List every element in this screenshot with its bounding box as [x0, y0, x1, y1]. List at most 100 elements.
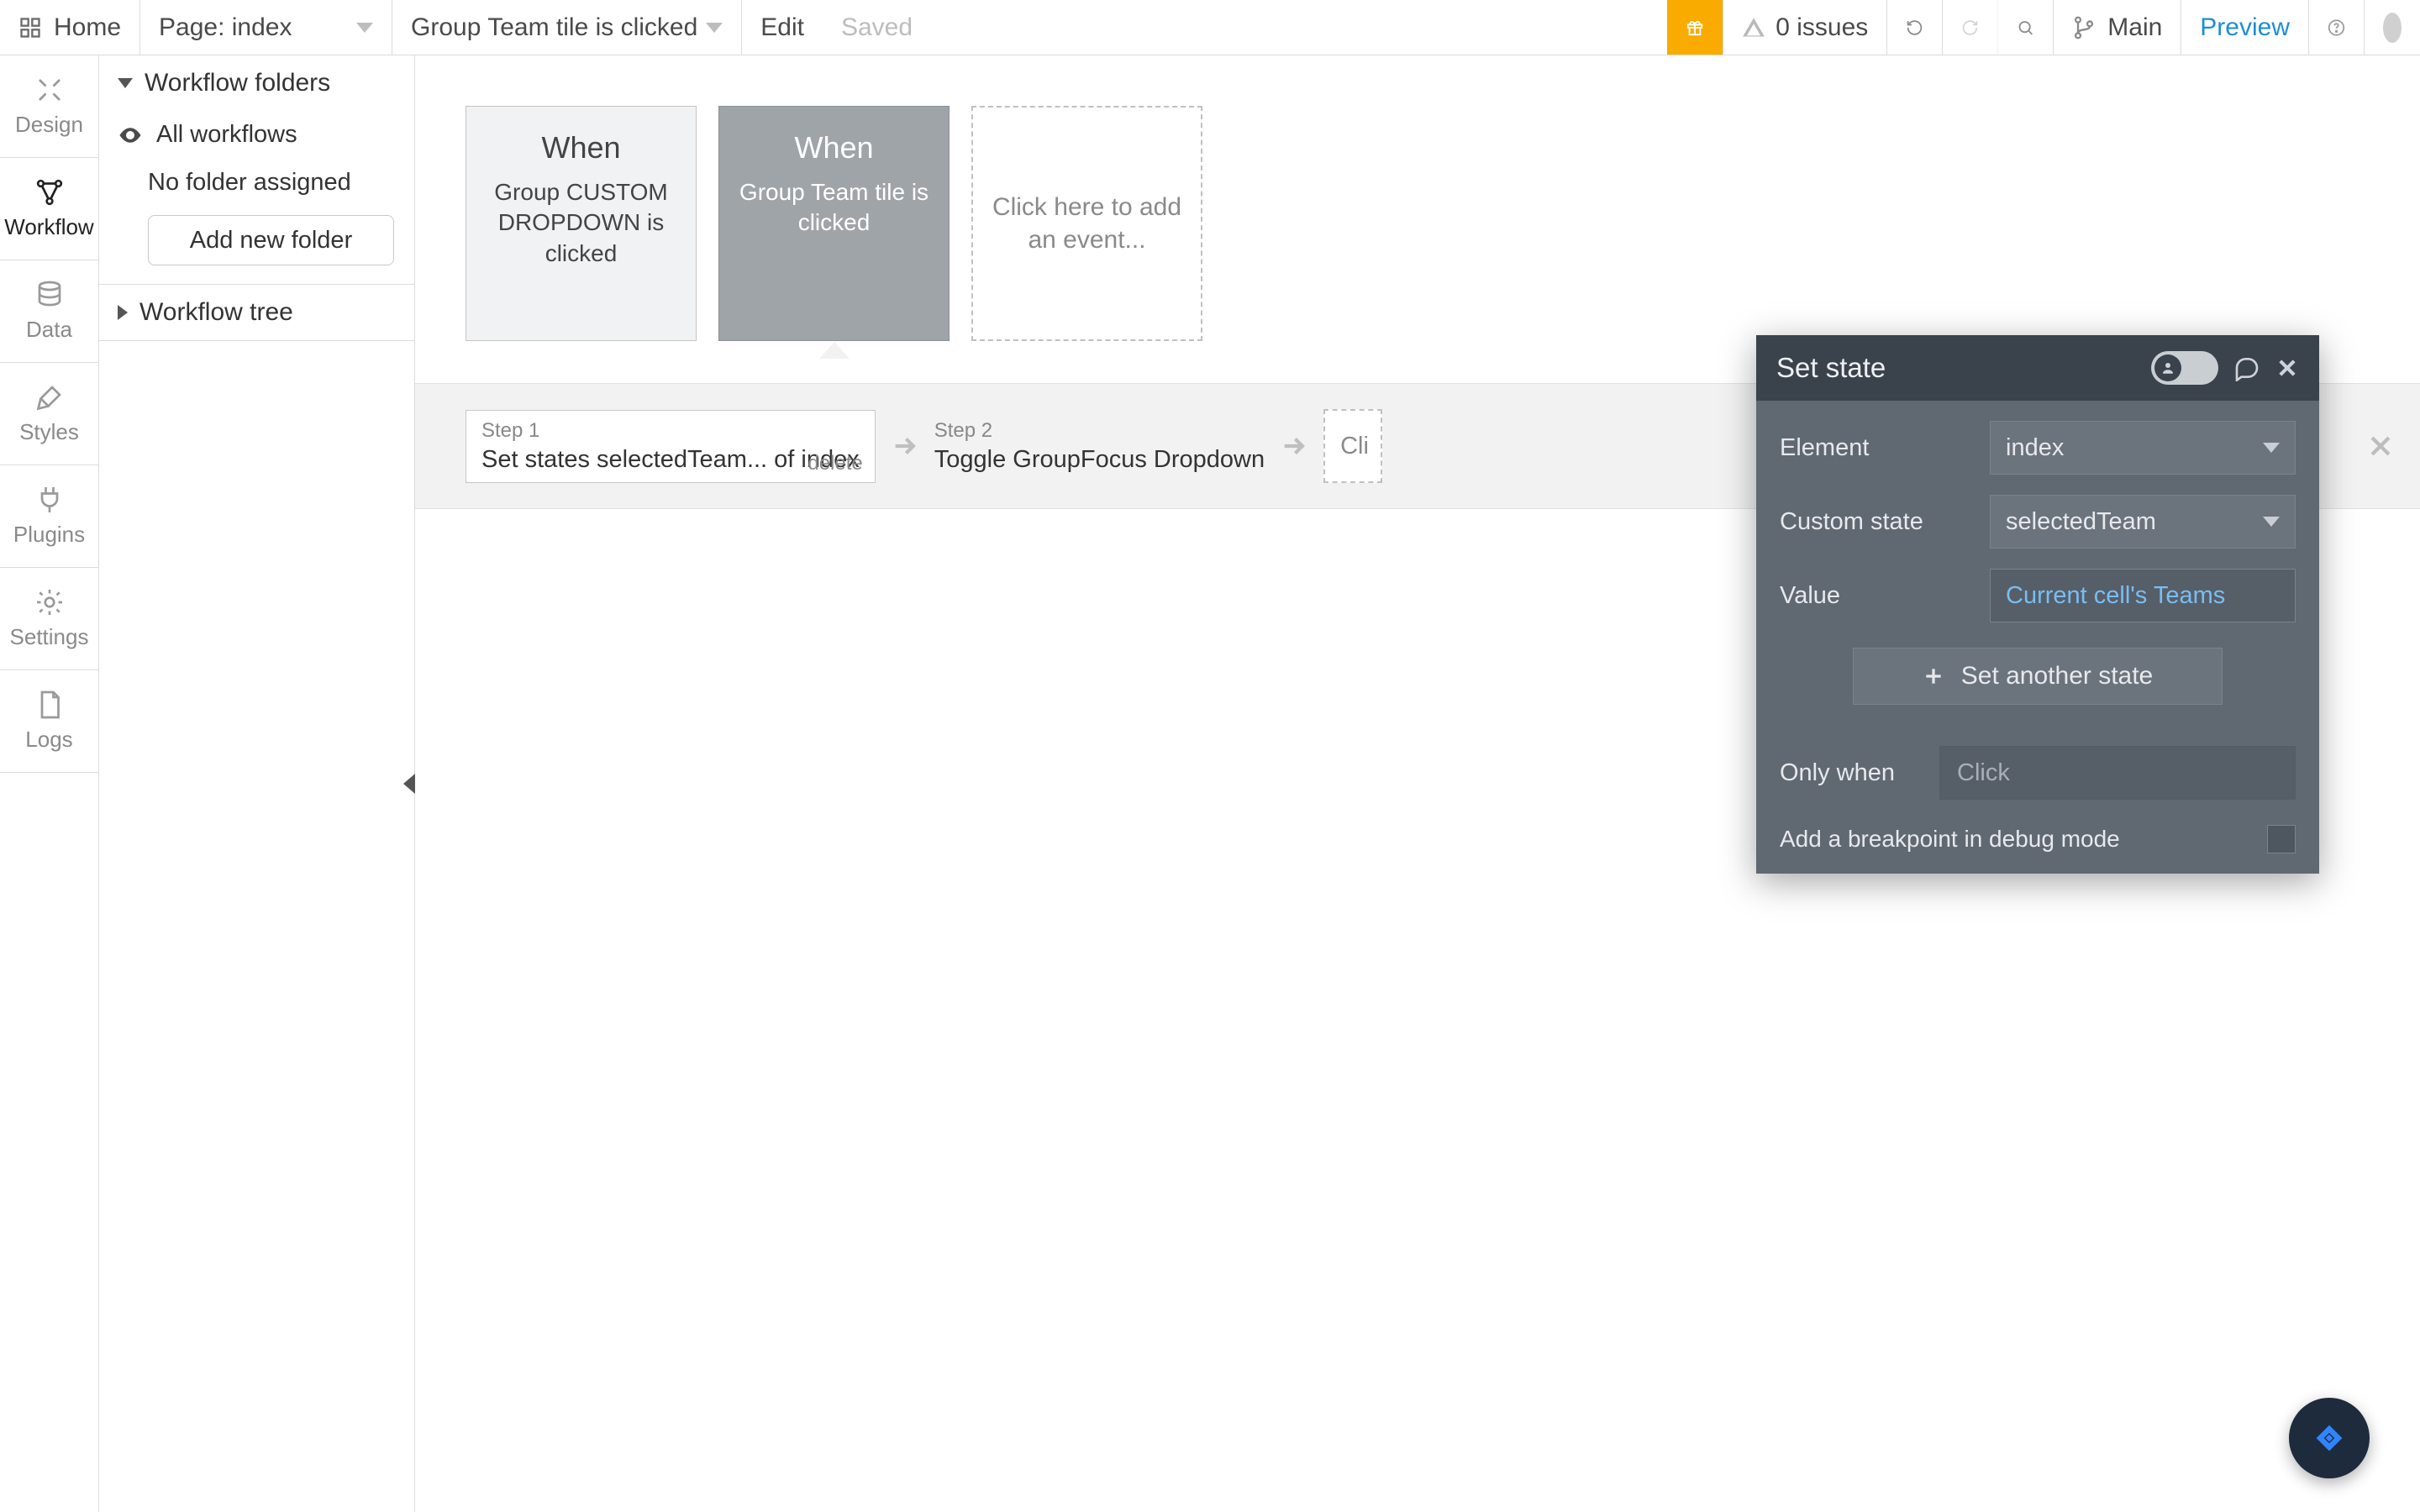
tree-header-label: Workflow tree: [139, 298, 293, 327]
rail-workflow[interactable]: Workflow: [0, 158, 98, 260]
topbar-spacer: [931, 0, 1667, 55]
custom-state-dropdown[interactable]: selectedTeam: [1990, 495, 2296, 549]
workflow-dropdown-label: Group Team tile is clicked: [411, 13, 697, 42]
prop-row-custom-state: Custom state selectedTeam: [1780, 495, 2296, 549]
add-action-card[interactable]: Cli: [1323, 409, 1382, 483]
only-when-input[interactable]: Click: [1939, 746, 2296, 800]
edit-button[interactable]: Edit: [742, 0, 823, 55]
comment-icon: [2233, 354, 2260, 381]
close-panel-button[interactable]: [2275, 356, 2299, 380]
prop-label: Element: [1780, 434, 1973, 462]
page-dropdown[interactable]: Page: index: [140, 0, 392, 55]
gift-button[interactable]: [1667, 0, 1723, 55]
breakpoint-checkbox[interactable]: [2267, 825, 2296, 853]
step-number: Step 1: [481, 419, 860, 443]
preview-button[interactable]: Preview: [2181, 0, 2309, 55]
step-title: Set states selectedTeam... of index: [481, 446, 860, 474]
close-actions-button[interactable]: [2366, 432, 2395, 460]
event-desc: Group CUSTOM DROPDOWN is clicked: [483, 177, 679, 269]
saved-status: Saved: [823, 0, 931, 55]
topbar: Home Page: index Group Team tile is clic…: [0, 0, 2420, 55]
element-dropdown[interactable]: index: [1990, 421, 2296, 475]
events-row: When Group CUSTOM DROPDOWN is clicked Wh…: [415, 55, 2420, 341]
step-title: Toggle GroupFocus Dropdown: [934, 446, 1265, 474]
event-desc: Group Team tile is clicked: [736, 177, 932, 239]
collapse-sidepanel[interactable]: [403, 767, 415, 801]
step-card[interactable]: Step 2 Toggle GroupFocus Dropdown: [934, 419, 1265, 474]
help-button[interactable]: [2309, 0, 2365, 55]
reveal-toggle[interactable]: [2151, 351, 2218, 385]
redo-icon: [1961, 15, 1979, 40]
rail-label: Plugins: [13, 522, 85, 548]
close-icon: [2275, 356, 2299, 380]
prop-label: Value: [1780, 582, 1973, 610]
home-button[interactable]: Home: [0, 0, 140, 55]
element-value: index: [2006, 434, 2064, 462]
custom-state-value: selectedTeam: [2006, 508, 2156, 536]
file-icon: [34, 690, 65, 720]
folders-header[interactable]: Workflow folders: [99, 55, 414, 111]
all-workflows-row[interactable]: All workflows: [99, 111, 414, 159]
no-folder-label: No folder assigned: [148, 169, 351, 197]
comment-button[interactable]: [2233, 354, 2260, 381]
tree-header[interactable]: Workflow tree: [99, 285, 414, 340]
rail-design[interactable]: Design: [0, 55, 98, 158]
set-another-state-button[interactable]: Set another state: [1853, 648, 2223, 705]
prop-label: Custom state: [1780, 508, 1973, 536]
value-expression[interactable]: Current cell's Teams: [1990, 569, 2296, 622]
prop-row-value: Value Current cell's Teams: [1780, 569, 2296, 622]
rail-label: Styles: [19, 419, 79, 445]
plus-icon: [1923, 665, 1944, 687]
rail-label: Settings: [10, 624, 89, 650]
only-when-row: Only when Click: [1780, 746, 2296, 800]
brush-icon: [34, 382, 65, 412]
gear-icon: [34, 587, 65, 617]
design-icon: [34, 75, 65, 105]
issues-button[interactable]: 0 issues: [1723, 0, 1887, 55]
add-event-card[interactable]: Click here to add an event...: [971, 106, 1202, 341]
rail-logs[interactable]: Logs: [0, 670, 98, 773]
event-card[interactable]: When Group CUSTOM DROPDOWN is clicked: [466, 106, 697, 341]
layout: Design Workflow Data Styles Plugins Sett…: [0, 55, 2420, 1512]
avatar-icon: [2383, 13, 2402, 43]
event-when: When: [541, 130, 620, 165]
set-another-state-label: Set another state: [1961, 662, 2154, 690]
caret-right-icon: [118, 305, 128, 320]
caret-down-icon: [118, 78, 133, 88]
step-delete[interactable]: delete: [808, 452, 862, 475]
rail-settings[interactable]: Settings: [0, 568, 98, 670]
gift-icon: [1686, 13, 1704, 42]
undo-button[interactable]: [1887, 0, 1943, 55]
property-panel-header[interactable]: Set state: [1756, 335, 2319, 401]
breakpoint-label: Add a breakpoint in debug mode: [1780, 826, 2120, 853]
only-when-placeholder: Click: [1957, 759, 2010, 787]
workflow-dropdown[interactable]: Group Team tile is clicked: [392, 0, 742, 55]
rail-plugins[interactable]: Plugins: [0, 465, 98, 568]
left-rail: Design Workflow Data Styles Plugins Sett…: [0, 55, 99, 1512]
arrow-right-icon: [891, 432, 919, 460]
eye-icon: [118, 123, 143, 148]
step-card[interactable]: Step 1 Set states selectedTeam... of ind…: [466, 410, 876, 483]
person-icon: [2160, 360, 2175, 375]
value-text: Current cell's Teams: [2006, 582, 2225, 610]
branch-button[interactable]: Main: [2054, 0, 2181, 55]
rail-styles[interactable]: Styles: [0, 363, 98, 465]
side-panel: Workflow folders All workflows No folder…: [99, 55, 415, 1512]
triangle-left-icon: [403, 774, 415, 794]
rail-label: Workflow: [4, 214, 93, 240]
no-folder-row[interactable]: No folder assigned: [99, 159, 414, 207]
add-folder-button[interactable]: Add new folder: [148, 215, 394, 265]
redo-button[interactable]: [1943, 0, 1998, 55]
rail-data[interactable]: Data: [0, 260, 98, 363]
assistant-fab[interactable]: [2289, 1398, 2370, 1478]
workflow-canvas: When Group CUSTOM DROPDOWN is clicked Wh…: [415, 55, 2420, 1512]
search-button[interactable]: [1998, 0, 2054, 55]
user-avatar[interactable]: [2365, 0, 2420, 55]
chevron-down-icon: [2263, 517, 2280, 527]
chevron-down-icon: [2263, 443, 2280, 453]
help-icon: [2328, 14, 2345, 41]
event-card-selected[interactable]: When Group Team tile is clicked: [718, 106, 950, 341]
page-dropdown-label: Page: index: [159, 13, 292, 42]
event-when: When: [794, 130, 873, 165]
all-workflows-label: All workflows: [156, 121, 297, 149]
